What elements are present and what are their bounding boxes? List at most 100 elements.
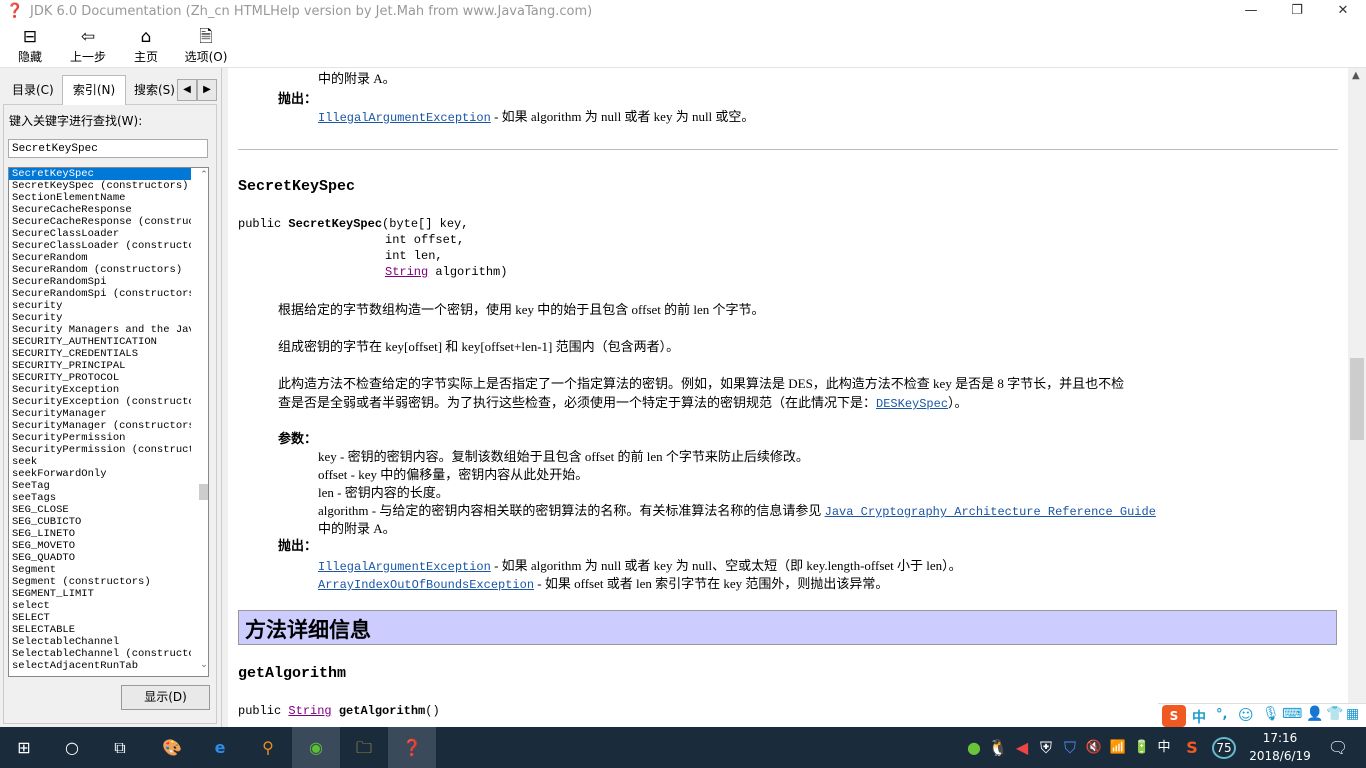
help-viewer-icon[interactable]: ❓ <box>388 727 436 768</box>
tab-index[interactable]: 索引(N) <box>62 75 126 105</box>
index-list-item[interactable]: SECURITY_PROTOCOL <box>9 372 191 384</box>
task-view-icon[interactable]: ⧉ <box>96 727 144 768</box>
index-list-item[interactable]: SECURITY_PRINCIPAL <box>9 360 191 372</box>
scroll-down-icon[interactable]: ⌄ <box>199 660 208 670</box>
show-button[interactable]: 显示(D) <box>121 685 210 710</box>
input-method-indicator[interactable]: 中 <box>1154 727 1174 768</box>
wifi-icon[interactable]: 📶 <box>1108 727 1128 768</box>
index-list-item[interactable]: SECURITY_AUTHENTICATION <box>9 336 191 348</box>
qq-icon[interactable]: 🐧 <box>988 727 1008 768</box>
edge-browser-icon[interactable]: e <box>196 727 244 768</box>
index-list-item[interactable]: SectionElementName <box>9 192 191 204</box>
maximize-button[interactable]: ❐ <box>1274 0 1320 24</box>
ime-punct-toggle[interactable]: °, <box>1216 707 1227 722</box>
security-shield-icon[interactable]: ⛉ <box>1060 727 1080 768</box>
ime-lang-toggle[interactable]: 中 <box>1192 707 1206 727</box>
scroll-thumb[interactable] <box>199 484 208 500</box>
index-list-item[interactable]: SEG_LINETO <box>9 528 191 540</box>
options-button[interactable]: 🗎 选项(O) <box>182 26 230 66</box>
user-icon[interactable]: 👤 <box>1306 706 1323 722</box>
tab-contents[interactable]: 目录(C) <box>8 78 58 102</box>
illegal-argument-exception-link[interactable]: IllegalArgumentException <box>318 111 491 125</box>
index-list-item[interactable]: Segment <box>9 564 191 576</box>
index-list-item[interactable]: SecureCacheResponse (constructors) <box>9 216 191 228</box>
scroll-up-icon[interactable]: ▲ <box>1352 70 1360 81</box>
index-list-item[interactable]: SecurityManager (constructors) <box>9 420 191 432</box>
paint-app-icon[interactable]: 🎨 <box>148 727 196 768</box>
scroll-up-icon[interactable]: ⌃ <box>199 170 208 180</box>
windows-start-icon[interactable]: ⊞ <box>0 727 48 768</box>
battery-icon[interactable]: 🔋 <box>1132 727 1152 768</box>
tab-scroll-right-button[interactable]: ▶ <box>197 79 217 101</box>
hide-button[interactable]: ⊟ 隐藏 <box>8 26 52 66</box>
search-app-icon[interactable]: ⚲ <box>244 727 292 768</box>
keyword-input[interactable] <box>8 139 208 158</box>
skin-icon[interactable]: 👕 <box>1326 706 1343 722</box>
index-list-item[interactable]: SECURITY_CREDENTIALS <box>9 348 191 360</box>
tray-360-icon[interactable]: ● <box>964 727 984 768</box>
index-list-item[interactable]: SecureCacheResponse <box>9 204 191 216</box>
keyboard-icon[interactable]: ⌨ <box>1282 706 1302 722</box>
string-return-link[interactable]: String <box>288 704 331 718</box>
index-list-item[interactable]: seekForwardOnly <box>9 468 191 480</box>
index-list-item[interactable]: SecureRandom (constructors) <box>9 264 191 276</box>
scroll-thumb[interactable] <box>1350 358 1364 440</box>
jca-reference-guide-link[interactable]: Java Cryptography Architecture Reference… <box>825 505 1156 519</box>
index-list-item[interactable]: SEGMENT_LIMIT <box>9 588 191 600</box>
index-list-item[interactable]: Segment (constructors) <box>9 576 191 588</box>
index-list-item[interactable]: SecretKeySpec (constructors) <box>9 180 191 192</box>
performance-badge[interactable]: 75 <box>1212 737 1236 759</box>
search-icon[interactable]: ○ <box>48 727 96 768</box>
clock-time[interactable]: 17:16 <box>1248 731 1312 745</box>
index-list-item[interactable]: seeTags <box>9 492 191 504</box>
index-list-item[interactable]: SelectableChannel <box>9 636 191 648</box>
index-list-item[interactable]: selectAdjacentRunTab <box>9 660 191 672</box>
index-list-item[interactable]: SEG_CUBICTO <box>9 516 191 528</box>
content-scrollbar[interactable]: ▲ <box>1348 68 1366 727</box>
minimize-button[interactable]: — <box>1228 0 1274 24</box>
index-list-item[interactable]: SEG_QUADTO <box>9 552 191 564</box>
index-list-item[interactable]: select <box>9 600 191 612</box>
deskeyspec-link[interactable]: DESKeySpec <box>876 397 948 411</box>
sogou-logo-icon[interactable]: S <box>1162 705 1186 727</box>
index-list-item[interactable]: SEG_CLOSE <box>9 504 191 516</box>
array-index-exception-link[interactable]: ArrayIndexOutOfBoundsException <box>318 578 534 592</box>
index-list-item[interactable]: security <box>9 300 191 312</box>
index-list-item[interactable]: SecurityPermission (constructors) <box>9 444 191 456</box>
microphone-icon[interactable]: 🎙 <box>1262 706 1280 722</box>
tab-scroll-left-button[interactable]: ◀ <box>177 79 197 101</box>
index-list-item[interactable]: SecurityException (constructors) <box>9 396 191 408</box>
index-list-item[interactable]: SeeTag <box>9 480 191 492</box>
index-list-item[interactable]: Security Managers and the Java <box>9 324 191 336</box>
index-list-item[interactable]: SecurityPermission <box>9 432 191 444</box>
tab-search[interactable]: 搜索(S) <box>130 78 179 102</box>
volume-muted-icon[interactable]: 🔇 <box>1084 727 1104 768</box>
notification-icon[interactable]: 🗨 <box>1318 727 1358 768</box>
string-type-link[interactable]: String <box>385 265 428 279</box>
home-button[interactable]: ⌂ 主页 <box>128 26 164 66</box>
index-list[interactable]: SecretKeySpec SecretKeySpec (constructors… <box>8 167 209 677</box>
defender-icon[interactable]: ⛨ <box>1036 727 1056 768</box>
index-list-item[interactable]: SecureRandomSpi (constructors) <box>9 288 191 300</box>
index-list-item[interactable]: SEG_MOVETO <box>9 540 191 552</box>
browser-360-icon[interactable]: ◉ <box>292 727 340 768</box>
index-list-item[interactable]: Security <box>9 312 191 324</box>
back-button[interactable]: ⇦ 上一步 <box>64 26 112 66</box>
index-list-item[interactable]: SecurityManager <box>9 408 191 420</box>
file-explorer-icon[interactable]: 🗀 <box>340 727 388 768</box>
tray-app-icon[interactable]: ◀ <box>1012 727 1032 768</box>
index-list-item[interactable]: SecretKeySpec <box>9 168 191 180</box>
index-list-item[interactable]: SelectableChannel (constructors) <box>9 648 191 660</box>
sogou-tray-icon[interactable]: S <box>1182 727 1202 768</box>
index-list-item[interactable]: SecureRandomSpi <box>9 276 191 288</box>
index-list-item[interactable]: SecurityException <box>9 384 191 396</box>
index-list-item[interactable]: SecureClassLoader (constructors) <box>9 240 191 252</box>
index-list-item[interactable]: SELECT <box>9 612 191 624</box>
index-list-scrollbar[interactable]: ⌃ ⌄ <box>199 168 208 676</box>
toolbox-icon[interactable]: ▦ <box>1346 706 1359 722</box>
index-list-item[interactable]: seek <box>9 456 191 468</box>
clock-date[interactable]: 2018/6/19 <box>1244 749 1316 763</box>
close-button[interactable]: ✕ <box>1320 0 1366 24</box>
illegal-argument-exception-link-2[interactable]: IllegalArgumentException <box>318 560 491 574</box>
index-list-item[interactable]: SecureClassLoader <box>9 228 191 240</box>
